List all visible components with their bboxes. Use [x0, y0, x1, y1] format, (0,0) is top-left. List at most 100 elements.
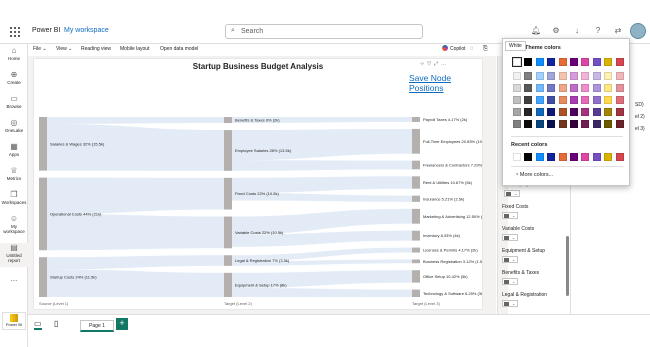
color-swatch[interactable] — [581, 96, 590, 104]
color-picker[interactable]: ⌄ — [502, 256, 518, 263]
recent-color-swatch[interactable] — [604, 153, 613, 161]
nav-create[interactable]: ⊕ Create — [0, 70, 28, 85]
sankey-link[interactable] — [47, 213, 224, 251]
recent-color-swatch[interactable] — [547, 153, 556, 161]
add-page-button[interactable]: + — [116, 318, 128, 330]
save-node-positions-button[interactable]: Save Node Positions — [409, 73, 482, 93]
sankey-node[interactable] — [412, 176, 420, 189]
sankey-node[interactable] — [224, 216, 232, 249]
color-swatch[interactable] — [513, 108, 521, 116]
notifications-icon[interactable]: 🔔︎ — [531, 26, 541, 35]
color-swatch[interactable] — [581, 120, 590, 128]
sankey-node[interactable] — [412, 208, 420, 224]
color-picker[interactable]: ⌄ — [502, 300, 518, 307]
workspace-link[interactable]: My workspace — [64, 27, 109, 34]
color-swatch[interactable] — [570, 120, 578, 128]
color-swatch[interactable] — [535, 108, 544, 116]
color-swatch[interactable] — [581, 84, 590, 92]
color-swatch[interactable] — [615, 84, 624, 92]
color-swatch[interactable] — [524, 120, 533, 128]
sankey-visual[interactable]: Salaries & Wages 32% (15.5k) Operational … — [34, 59, 482, 309]
settings-icon[interactable]: ⚙ — [551, 26, 561, 35]
recent-color-swatch[interactable] — [524, 153, 533, 161]
color-swatch[interactable] — [547, 58, 556, 66]
color-swatch[interactable] — [604, 120, 613, 128]
scrollbar[interactable] — [566, 236, 569, 296]
color-swatch[interactable] — [604, 58, 613, 66]
color-swatch[interactable] — [604, 108, 613, 116]
color-swatch[interactable] — [524, 84, 533, 92]
sankey-node[interactable] — [224, 130, 232, 171]
color-swatch[interactable] — [558, 72, 567, 80]
share-icon[interactable]: ⇄ — [613, 26, 623, 35]
recent-color-swatch[interactable] — [558, 153, 567, 161]
color-swatch[interactable] — [570, 72, 578, 80]
color-swatch[interactable] — [524, 96, 533, 104]
color-swatch[interactable] — [558, 120, 567, 128]
color-swatch[interactable] — [524, 58, 533, 66]
open-data-model-button[interactable]: Open data model — [160, 46, 198, 52]
color-swatch[interactable] — [592, 120, 601, 128]
color-swatch[interactable] — [512, 57, 522, 67]
color-swatch[interactable] — [570, 58, 578, 66]
mobile-layout-button[interactable]: Mobile layout — [120, 46, 149, 52]
sankey-link[interactable] — [47, 269, 224, 297]
nav-my-workspace[interactable]: ☺ My workspace — [0, 214, 28, 234]
recent-color-swatch[interactable] — [615, 153, 624, 161]
color-picker[interactable]: ⌄ — [502, 212, 518, 219]
color-picker[interactable]: ⌄ — [504, 190, 520, 197]
nav-home[interactable]: ⌂ Home — [0, 46, 28, 61]
nav-metrics[interactable]: ♕ Metrics — [0, 166, 28, 181]
avatar[interactable] — [630, 23, 646, 39]
color-swatch[interactable] — [615, 58, 624, 66]
color-swatch[interactable] — [604, 72, 613, 80]
color-swatch[interactable] — [547, 108, 556, 116]
sankey-node[interactable] — [412, 128, 420, 154]
recent-color-swatch[interactable] — [535, 153, 544, 161]
color-swatch[interactable] — [604, 84, 613, 92]
color-swatch[interactable] — [513, 96, 521, 104]
color-swatch[interactable] — [547, 84, 556, 92]
copilot-button[interactable]: Copilot — [442, 45, 466, 52]
sankey-node[interactable] — [224, 272, 232, 297]
sankey-node[interactable] — [412, 230, 420, 241]
color-swatch[interactable] — [535, 96, 544, 104]
color-picker[interactable]: ⌄ — [502, 234, 518, 241]
help-icon[interactable]: ? — [593, 26, 603, 35]
recent-color-swatch[interactable] — [581, 153, 590, 161]
more-colors-button[interactable]: ◔ More colors... — [515, 172, 553, 178]
color-swatch[interactable] — [558, 96, 567, 104]
color-swatch[interactable] — [524, 108, 533, 116]
color-swatch[interactable] — [570, 84, 578, 92]
color-swatch[interactable] — [558, 108, 567, 116]
search-input[interactable]: ⌕ Search — [225, 24, 423, 39]
color-swatch[interactable] — [535, 84, 544, 92]
nav-workspaces[interactable]: ❐ Workspaces — [0, 190, 28, 205]
color-swatch[interactable] — [547, 96, 556, 104]
download-icon[interactable]: ↓ — [572, 26, 582, 35]
color-swatch[interactable] — [592, 72, 601, 80]
recent-color-swatch[interactable] — [513, 153, 521, 161]
file-menu[interactable]: File ⌄ — [33, 46, 47, 52]
color-swatch[interactable] — [513, 84, 521, 92]
color-swatch[interactable] — [547, 120, 556, 128]
visual-toolbar[interactable]: ⊹▽⤢… — [420, 61, 449, 67]
reading-view-button[interactable]: Reading view — [81, 46, 111, 52]
color-swatch[interactable] — [513, 72, 521, 80]
nav-untitled-report[interactable]: ▤ Untitled report — [0, 243, 28, 267]
color-swatch[interactable] — [581, 108, 590, 116]
sankey-node[interactable] — [39, 117, 47, 171]
color-picker[interactable]: ⌄ — [502, 278, 518, 285]
sankey-link[interactable] — [232, 160, 412, 171]
sankey-link[interactable] — [47, 117, 224, 124]
color-swatch[interactable] — [592, 96, 601, 104]
nav-browse[interactable]: ▭ Browse — [0, 94, 28, 109]
sankey-node[interactable] — [412, 160, 420, 170]
mobile-view-icon[interactable]: ▯ — [54, 319, 58, 328]
sankey-link[interactable] — [232, 287, 412, 297]
color-swatch[interactable] — [570, 108, 578, 116]
app-launcher-icon[interactable] — [10, 27, 20, 37]
color-swatch[interactable] — [581, 58, 590, 66]
color-swatch[interactable] — [592, 84, 601, 92]
comment-icon[interactable]: ◌ — [470, 46, 474, 52]
